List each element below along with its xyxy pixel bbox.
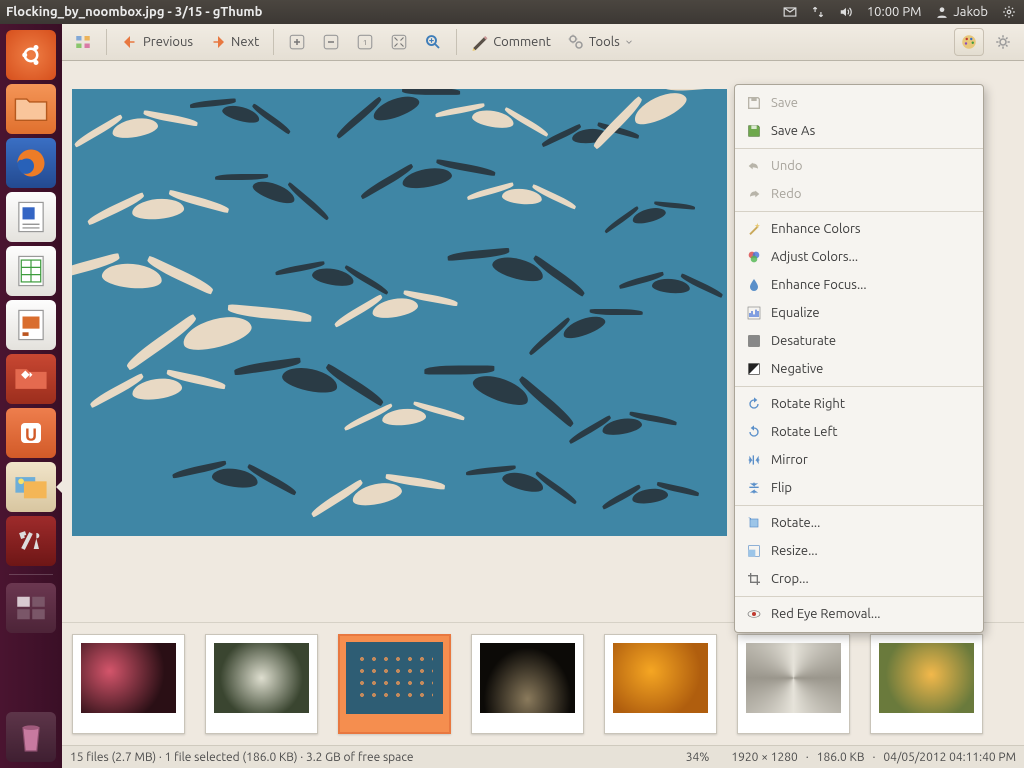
menu-mirror[interactable]: Mirror — [735, 446, 983, 474]
zoom-100-button[interactable]: 1 — [350, 28, 380, 56]
undo-icon — [745, 157, 763, 175]
clock[interactable]: 10:00 PM — [867, 5, 922, 19]
thumbnail[interactable] — [205, 634, 318, 734]
menu-adjust-colors[interactable]: Adjust Colors... — [735, 243, 983, 271]
chevron-down-icon — [624, 37, 634, 47]
rotate-left-icon — [745, 423, 763, 441]
status-date: 04/05/2012 04:11:40 PM — [883, 751, 1016, 764]
gray-icon — [745, 332, 763, 350]
main-image[interactable] — [72, 89, 727, 536]
software-center-icon[interactable]: U — [6, 408, 56, 458]
svg-text:1: 1 — [363, 39, 367, 47]
window-title: Flocking_by_noombox.jpg - 3/15 - gThumb — [6, 5, 769, 19]
trash-icon[interactable] — [6, 712, 56, 762]
writer-icon[interactable] — [6, 192, 56, 242]
menu-desaturate[interactable]: Desaturate — [735, 327, 983, 355]
menu-red-eye[interactable]: Red Eye Removal... — [735, 600, 983, 628]
menu-enhance-colors[interactable]: Enhance Colors — [735, 215, 983, 243]
status-bar: 15 files (2.7 MB) · 1 file selected (186… — [62, 745, 1024, 768]
tools-button[interactable]: Tools — [561, 28, 640, 56]
gthumb-window: Previous Next 1 Comment Tools — [62, 24, 1024, 768]
user-label: Jakob — [953, 5, 988, 19]
redo-icon — [745, 185, 763, 203]
rotate-icon — [745, 514, 763, 532]
comment-label: Comment — [493, 35, 551, 49]
tools-label: Tools — [589, 35, 620, 49]
menu-undo: Undo — [735, 152, 983, 180]
menu-enhance-focus[interactable]: Enhance Focus... — [735, 271, 983, 299]
workspace-switcher-icon[interactable] — [6, 583, 56, 633]
zoom-out-button[interactable] — [316, 28, 346, 56]
wand-icon — [745, 220, 763, 238]
palette-button[interactable] — [954, 28, 984, 56]
volume-icon[interactable] — [839, 5, 853, 19]
system-gear-icon[interactable] — [1002, 5, 1016, 19]
files-icon[interactable] — [6, 84, 56, 134]
rgb-icon — [745, 248, 763, 266]
thumbnail[interactable] — [471, 634, 584, 734]
comment-button[interactable]: Comment — [465, 28, 557, 56]
browser-view-button[interactable] — [68, 28, 98, 56]
eye-icon — [745, 605, 763, 623]
thumbnail[interactable] — [870, 634, 983, 734]
rotate-right-icon — [745, 395, 763, 413]
menu-rotate-right[interactable]: Rotate Right — [735, 390, 983, 418]
next-label: Next — [231, 35, 259, 49]
status-dimensions: 1920 × 1280 — [731, 751, 797, 764]
crop-icon — [745, 570, 763, 588]
mirror-icon — [745, 451, 763, 469]
gthumb-icon[interactable] — [6, 462, 56, 512]
zoom-in-button[interactable] — [282, 28, 312, 56]
status-left: 15 files (2.7 MB) · 1 file selected (186… — [70, 751, 414, 764]
previous-button[interactable]: Previous — [115, 28, 199, 56]
thumbnail-selected[interactable] — [338, 634, 451, 734]
save-icon — [745, 94, 763, 112]
settings-icon[interactable] — [6, 516, 56, 566]
impress-icon[interactable] — [6, 300, 56, 350]
calc-icon[interactable] — [6, 246, 56, 296]
toolbar: Previous Next 1 Comment Tools — [62, 24, 1024, 61]
status-filesize: 186.0 KB — [817, 751, 865, 764]
svg-text:U: U — [25, 426, 37, 445]
menu-resize[interactable]: Resize... — [735, 537, 983, 565]
menu-flip[interactable]: Flip — [735, 474, 983, 502]
menu-rotate[interactable]: Rotate... — [735, 509, 983, 537]
tools-dropdown: Save Save As Undo Redo Enhance Colors Ad… — [734, 84, 984, 633]
save-as-icon — [745, 122, 763, 140]
thumbnail-strip — [62, 622, 1024, 745]
negative-icon — [745, 360, 763, 378]
menu-redo: Redo — [735, 180, 983, 208]
thumbnail[interactable] — [604, 634, 717, 734]
firefox-icon[interactable] — [6, 138, 56, 188]
resize-icon — [745, 542, 763, 560]
top-menubar: Flocking_by_noombox.jpg - 3/15 - gThumb … — [0, 0, 1024, 24]
menu-save-as[interactable]: Save As — [735, 117, 983, 145]
mail-icon[interactable] — [783, 5, 797, 19]
menu-crop[interactable]: Crop... — [735, 565, 983, 593]
zoom-fit-button[interactable] — [384, 28, 414, 56]
flip-icon — [745, 479, 763, 497]
thumbnail[interactable] — [72, 634, 185, 734]
next-button[interactable]: Next — [203, 28, 265, 56]
network-icon[interactable] — [811, 5, 825, 19]
histogram-icon — [745, 304, 763, 322]
unity-launcher: U — [0, 24, 62, 768]
dash-icon[interactable] — [6, 30, 56, 80]
drop-icon — [745, 276, 763, 294]
folder-red-icon[interactable] — [6, 354, 56, 404]
zoom-magnifier-button[interactable] — [418, 28, 448, 56]
thumbnail[interactable] — [737, 634, 850, 734]
menu-negative[interactable]: Negative — [735, 355, 983, 383]
menu-rotate-left[interactable]: Rotate Left — [735, 418, 983, 446]
preferences-gear-button[interactable] — [988, 28, 1018, 56]
menu-save: Save — [735, 89, 983, 117]
menu-equalize[interactable]: Equalize — [735, 299, 983, 327]
status-zoom: 34% — [686, 751, 710, 764]
user-menu[interactable]: Jakob — [935, 5, 988, 19]
previous-label: Previous — [143, 35, 193, 49]
